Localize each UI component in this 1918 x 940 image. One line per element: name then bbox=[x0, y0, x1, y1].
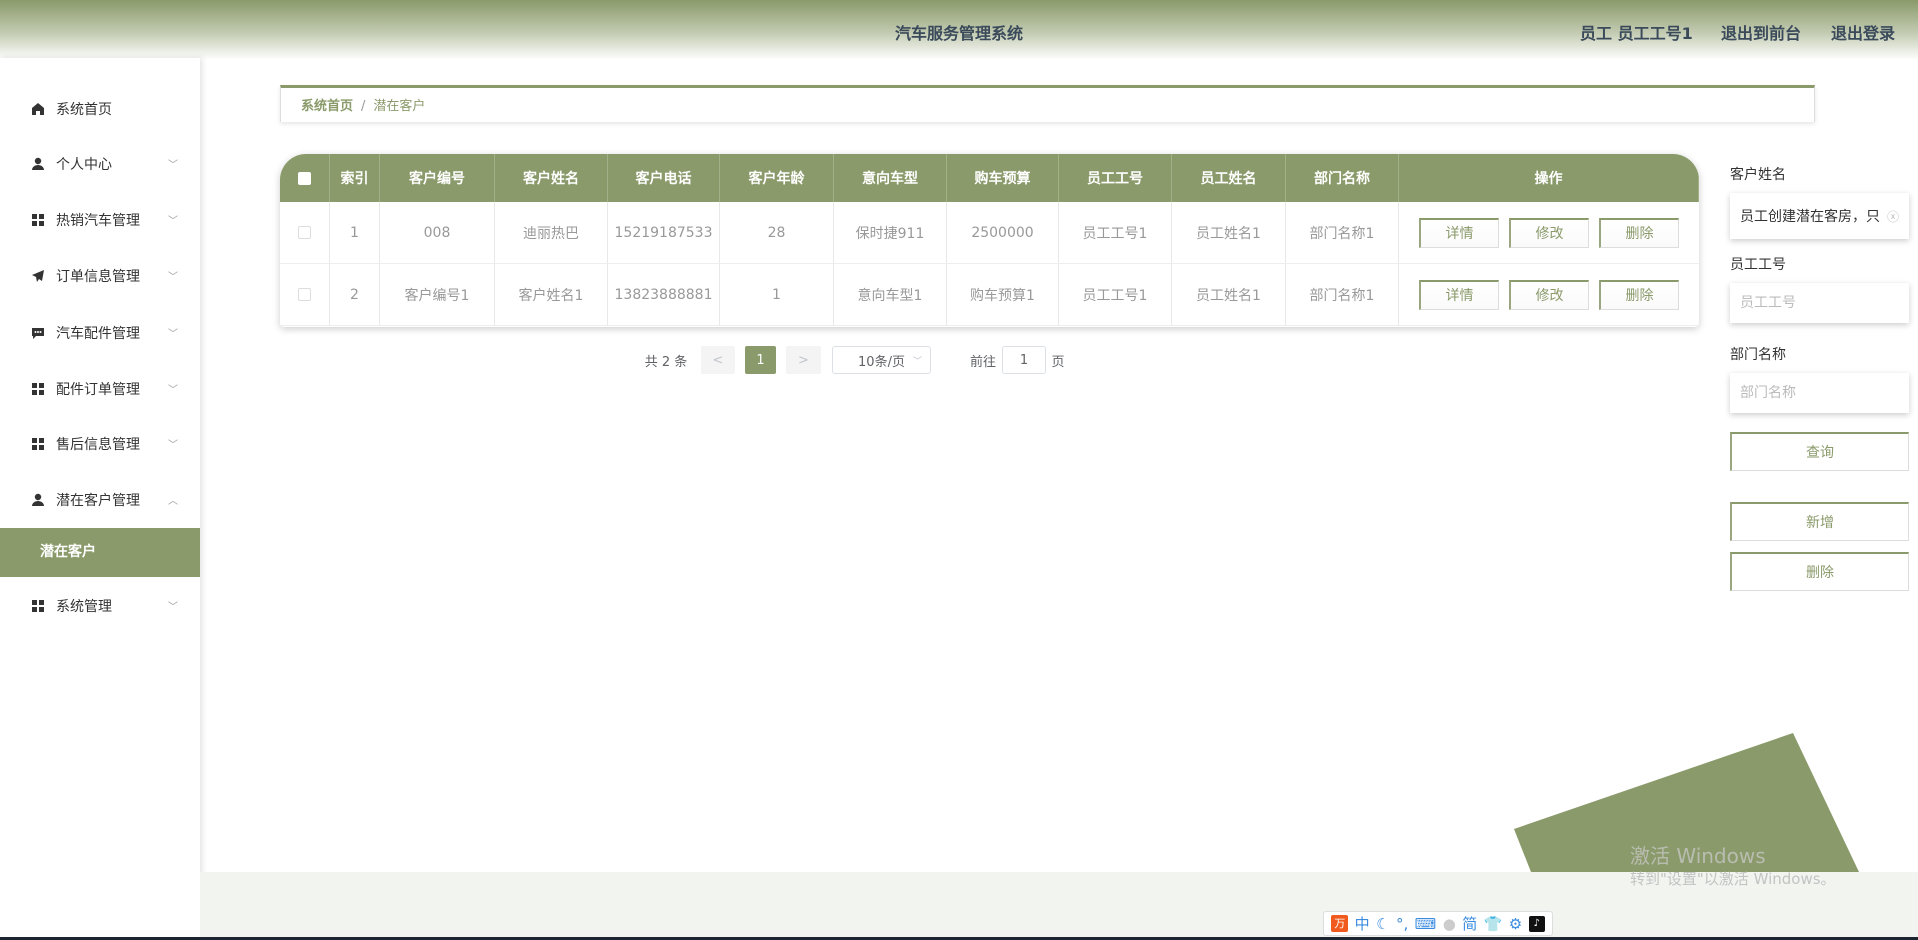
windows-watermark-subtitle: 转到"设置"以激活 Windows。 bbox=[1630, 870, 1836, 888]
keyboard-icon[interactable]: ⌨ bbox=[1415, 915, 1437, 933]
user-icon[interactable]: ● bbox=[1443, 915, 1456, 933]
ime-toolbar: 万 中 ☾ °, ⌨ ● 简 👕 ⚙ ♪ bbox=[1323, 911, 1553, 936]
punctuation-icon[interactable]: °, bbox=[1396, 915, 1408, 933]
sogou-logo-icon[interactable]: 万 bbox=[1331, 915, 1349, 932]
decorative-shape bbox=[1514, 733, 1859, 872]
moon-icon[interactable]: ☾ bbox=[1376, 915, 1389, 933]
ime-chinese-mode[interactable]: 中 bbox=[1355, 913, 1370, 934]
ime-simplified-mode[interactable]: 简 bbox=[1462, 913, 1477, 934]
settings-gear-icon[interactable]: ⚙ bbox=[1509, 915, 1522, 933]
windows-watermark-title: 激活 Windows bbox=[1630, 844, 1766, 868]
skin-shirt-icon[interactable]: 👕 bbox=[1484, 915, 1503, 933]
tiktok-icon[interactable]: ♪ bbox=[1528, 915, 1545, 932]
